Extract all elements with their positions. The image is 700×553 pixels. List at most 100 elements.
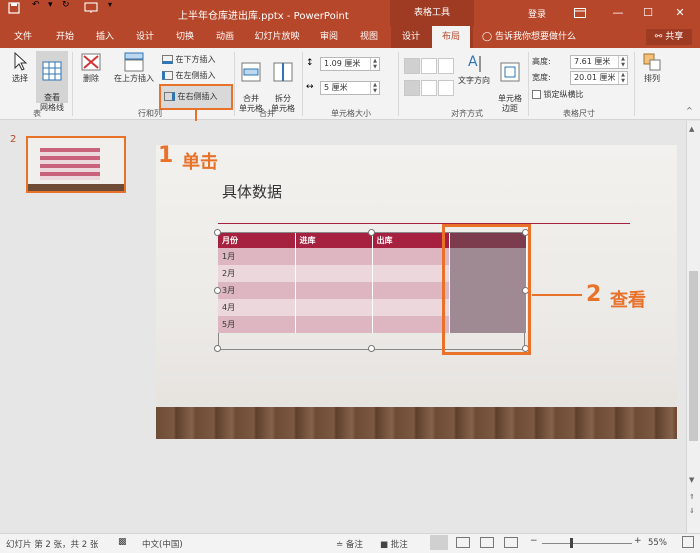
zoom-out-icon[interactable]: −: [530, 536, 538, 546]
ribbon-display-icon[interactable]: [570, 3, 590, 23]
customize-qat-icon[interactable]: ▾: [108, 0, 112, 9]
save-icon[interactable]: [8, 0, 20, 17]
tab-slideshow[interactable]: 幻灯片放映: [248, 26, 306, 48]
align-top-icon[interactable]: [404, 80, 420, 96]
cell-height-field[interactable]: 1.09 厘米 ▲ ▼: [320, 57, 380, 71]
delete-button[interactable]: 删除: [76, 52, 106, 84]
tab-animations[interactable]: 动画: [208, 26, 242, 48]
zoom-slider-thumb[interactable]: [570, 538, 573, 548]
normal-view-icon[interactable]: [430, 535, 448, 550]
insert-below-button[interactable]: 在下方插入: [162, 53, 216, 67]
cell-width-spinner[interactable]: ▲ ▼: [370, 82, 379, 94]
table-cell[interactable]: [295, 248, 373, 265]
cell-height-spinner[interactable]: ▲ ▼: [370, 58, 379, 70]
table-cell[interactable]: 2月: [218, 265, 296, 282]
zoom-slider[interactable]: [542, 543, 632, 544]
tab-design[interactable]: 设计: [128, 26, 162, 48]
align-left-icon[interactable]: [404, 58, 420, 74]
scroll-thumb[interactable]: [689, 271, 698, 441]
maximize-icon[interactable]: ☐: [638, 3, 658, 23]
view-gridlines-button[interactable]: 查看 网格线: [36, 51, 68, 112]
reading-view-icon[interactable]: [480, 537, 494, 548]
table-cell[interactable]: 5月: [218, 316, 296, 333]
resize-handle[interactable]: [368, 229, 375, 236]
slide-thumbnail[interactable]: [26, 136, 126, 193]
tab-file[interactable]: 文件: [6, 26, 40, 48]
table-width-field[interactable]: 20.01 厘米 ▲ ▼: [570, 71, 628, 85]
zoom-in-icon[interactable]: +: [634, 536, 642, 546]
tab-transitions[interactable]: 切换: [168, 26, 202, 48]
table-cell[interactable]: [295, 265, 373, 282]
insert-above-button[interactable]: 在上方插入: [110, 52, 158, 84]
language-status[interactable]: 中文(中国): [142, 538, 183, 550]
vertical-scrollbar[interactable]: ▲ ▼ ⇑ ⇓: [686, 121, 700, 533]
table-width-spinner[interactable]: ▲ ▼: [618, 72, 627, 84]
slide-title[interactable]: 具体数据: [222, 181, 282, 202]
comments-button[interactable]: ■ 批注: [380, 538, 408, 550]
tab-view[interactable]: 视图: [352, 26, 386, 48]
minimize-icon[interactable]: —: [608, 3, 628, 23]
cell-width-field[interactable]: 5 厘米 ▲ ▼: [320, 81, 380, 95]
table-cell[interactable]: 4月: [218, 299, 296, 316]
resize-handle[interactable]: [214, 287, 221, 294]
scroll-down-icon[interactable]: ▼: [689, 476, 694, 484]
tab-insert[interactable]: 插入: [88, 26, 122, 48]
start-from-beginning-icon[interactable]: [84, 0, 98, 17]
col-width-icon: ↔: [306, 82, 314, 92]
login-link[interactable]: 登录: [528, 7, 546, 20]
lock-aspect-checkbox[interactable]: 锁定纵横比: [532, 88, 584, 102]
align-bottom-icon[interactable]: [438, 80, 454, 96]
table-header-cell[interactable]: 进库: [295, 233, 373, 248]
table-cell[interactable]: 1月: [218, 248, 296, 265]
table-cell[interactable]: [372, 265, 450, 282]
insert-left-button[interactable]: 在左侧插入: [162, 69, 216, 83]
text-direction-button[interactable]: A 文字方向: [456, 52, 492, 86]
table-cell[interactable]: [372, 316, 450, 333]
merge-cells-button[interactable]: 合并 单元格: [236, 52, 266, 114]
undo-dropdown-icon[interactable]: ▾: [48, 0, 53, 10]
resize-handle[interactable]: [214, 229, 221, 236]
next-slide-icon[interactable]: ⇓: [689, 507, 695, 515]
table-cell[interactable]: [372, 299, 450, 316]
align-right-icon[interactable]: [438, 58, 454, 74]
resize-handle[interactable]: [214, 345, 221, 352]
select-button[interactable]: 选择: [6, 52, 34, 84]
close-icon[interactable]: ✕: [670, 3, 690, 23]
collapse-ribbon-icon[interactable]: ^: [686, 106, 693, 115]
tab-layout[interactable]: 布局: [432, 26, 470, 48]
resize-handle[interactable]: [368, 345, 375, 352]
table-cell[interactable]: [295, 282, 373, 299]
redo-icon[interactable]: ↻: [62, 0, 70, 10]
table-header-cell[interactable]: 月份: [218, 233, 296, 248]
notes-button[interactable]: ≐ 备注: [336, 538, 363, 550]
cell-height-value: 1.09 厘米: [324, 59, 361, 68]
table-cell[interactable]: 3月: [218, 282, 296, 299]
tab-table-design[interactable]: 设计: [394, 26, 428, 48]
insert-right-button[interactable]: 在右侧插入: [159, 84, 233, 110]
zoom-level[interactable]: 55%: [648, 538, 667, 548]
table-cell[interactable]: [295, 316, 373, 333]
table-cell[interactable]: [372, 282, 450, 299]
slideshow-view-icon[interactable]: [504, 537, 518, 548]
tell-me-box[interactable]: ◯ 告诉我你想要做什么: [482, 26, 576, 48]
cell-margins-button[interactable]: 单元格 边距: [494, 52, 526, 114]
spelling-icon[interactable]: ▩: [118, 537, 127, 547]
table-header-cell[interactable]: 出库: [372, 233, 450, 248]
tab-home[interactable]: 开始: [48, 26, 82, 48]
table-height-field[interactable]: 7.61 厘米 ▲ ▼: [570, 55, 628, 69]
arrange-button[interactable]: 排列: [638, 52, 666, 84]
prev-slide-icon[interactable]: ⇑: [689, 493, 695, 501]
fit-slide-icon[interactable]: [682, 536, 694, 548]
align-middle-icon[interactable]: [421, 80, 437, 96]
table-cell[interactable]: [372, 248, 450, 265]
undo-icon[interactable]: ↶: [32, 0, 40, 10]
table-height-spinner[interactable]: ▲ ▼: [618, 56, 627, 68]
share-button[interactable]: ⚯ 共享: [646, 29, 692, 45]
svg-text:A: A: [468, 54, 478, 70]
scroll-up-icon[interactable]: ▲: [689, 125, 694, 133]
align-center-icon[interactable]: [421, 58, 437, 74]
table-cell[interactable]: [295, 299, 373, 316]
tab-review[interactable]: 审阅: [312, 26, 346, 48]
slide-sorter-icon[interactable]: [456, 537, 470, 548]
split-cells-button[interactable]: 拆分 单元格: [268, 52, 298, 114]
